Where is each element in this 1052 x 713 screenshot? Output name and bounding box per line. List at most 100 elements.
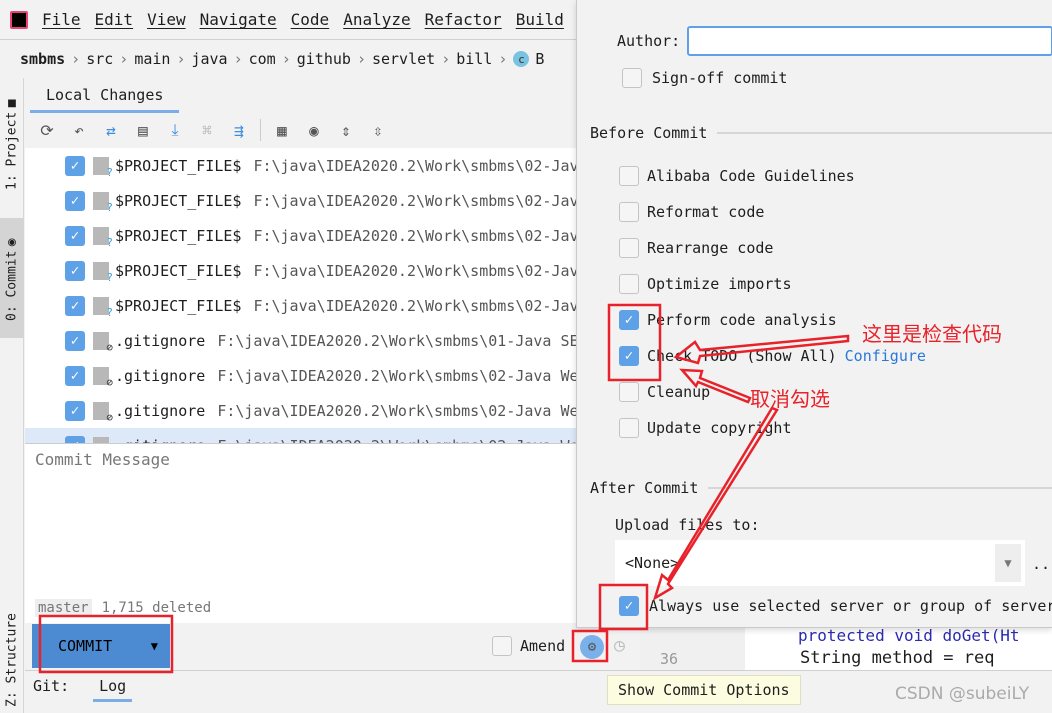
crumb[interactable]: bill xyxy=(456,50,492,68)
file-row[interactable]: ✓⊘.gitignoreF:\java\IDEA2020.2\Work\smbm… xyxy=(25,393,576,428)
file-row[interactable]: ✓? $PROJECT_FILE$ F:\java\IDEA2020.2\Work\… xyxy=(25,148,576,183)
crumb[interactable]: com xyxy=(249,50,276,68)
option-checkbox[interactable] xyxy=(619,418,639,438)
before-commit-option[interactable]: Update copyright xyxy=(619,418,792,438)
always-use-checkbox-box[interactable]: ✓ xyxy=(619,596,639,616)
file-row[interactable]: ✓? $PROJECT_FILE$ F:\java\IDEA2020.2\Work\… xyxy=(25,253,576,288)
file-unknown-icon: ? xyxy=(93,296,113,319)
view-options-icon[interactable]: ◉ xyxy=(303,119,325,141)
line-number: 36 xyxy=(660,650,679,668)
collapse-all-icon[interactable]: ⇳ xyxy=(367,119,389,141)
tab-git-log[interactable]: Log xyxy=(93,677,133,702)
before-commit-option[interactable]: Alibaba Code Guidelines xyxy=(619,166,855,186)
before-commit-option[interactable]: Optimize imports xyxy=(619,274,792,294)
crumb[interactable]: java xyxy=(191,50,227,68)
menu-edit[interactable]: Edit xyxy=(95,10,134,29)
menu-build[interactable]: Build xyxy=(516,10,564,29)
file-checkbox[interactable]: ✓ xyxy=(65,365,85,386)
chevron-right-icon: › xyxy=(281,50,291,68)
before-commit-option[interactable]: Reformat code xyxy=(619,202,764,222)
menu-view[interactable]: View xyxy=(147,10,186,29)
before-commit-option[interactable]: Cleanup xyxy=(619,382,710,402)
menu-navigate[interactable]: Navigate xyxy=(200,10,277,29)
dropdown-arrow-icon[interactable]: ▼ xyxy=(151,639,158,653)
refresh-icon[interactable]: ⟳ xyxy=(36,119,58,141)
option-checkbox[interactable] xyxy=(619,274,639,294)
shelve-icon[interactable]: ⌘ xyxy=(196,119,218,141)
sign-off-checkbox[interactable]: Sign-off commit xyxy=(622,68,787,88)
always-use-checkbox[interactable]: ✓ Always use selected server or group of … xyxy=(619,596,1052,616)
file-checkbox[interactable]: ✓ xyxy=(65,330,85,351)
commit-message-input[interactable]: Commit Message xyxy=(25,443,576,593)
file-checkbox[interactable]: ✓ xyxy=(65,435,85,443)
file-checkbox[interactable]: ✓ xyxy=(65,225,85,246)
file-row[interactable]: ✓? $PROJECT_FILE$ F:\java\IDEA2020.2\Work\… xyxy=(25,183,576,218)
crumb[interactable]: github xyxy=(297,50,351,68)
file-name: $PROJECT_FILE$ xyxy=(115,156,242,175)
crumb[interactable]: src xyxy=(86,50,113,68)
file-checkbox[interactable]: ✓ xyxy=(65,260,85,281)
browse-servers-button[interactable]: .. xyxy=(1032,555,1050,573)
menu-refactor[interactable]: Refactor xyxy=(425,10,502,29)
chevron-down-icon[interactable]: ▼ xyxy=(995,544,1021,582)
chevron-right-icon: › xyxy=(498,50,508,68)
merge-icon[interactable]: ⇶ xyxy=(228,119,250,141)
commit-tool-tab[interactable]: 0: Commit ◉ xyxy=(0,218,24,338)
option-checkbox[interactable] xyxy=(619,202,639,222)
changelist-icon[interactable]: ▤ xyxy=(132,119,154,141)
author-input[interactable] xyxy=(687,26,1052,56)
sign-off-checkbox-box[interactable] xyxy=(622,68,642,88)
menu-analyze[interactable]: Analyze xyxy=(343,10,410,29)
class-icon: c xyxy=(513,51,530,67)
crumb-project[interactable]: smbms xyxy=(20,50,65,68)
commit-icon: ◉ xyxy=(4,235,20,251)
file-row[interactable]: ✓? $PROJECT_FILE$ F:\java\IDEA2020.2\Work\… xyxy=(25,288,576,323)
file-row[interactable]: ✓? $PROJECT_FILE$ F:\java\IDEA2020.2\Work\… xyxy=(25,218,576,253)
file-unknown-icon: ? xyxy=(93,261,113,284)
configure-link[interactable]: Configure xyxy=(845,347,926,365)
after-commit-section: After Commit xyxy=(590,479,1052,497)
file-row[interactable]: ✓⊘.gitignoreF:\java\IDEA2020.2\Work\smbm… xyxy=(25,358,576,393)
tab-local-changes[interactable]: Local Changes xyxy=(30,80,180,113)
before-commit-option[interactable]: ✓ Check TODO (Show All) Configure xyxy=(619,346,926,366)
clock-icon[interactable]: ◷ xyxy=(614,635,625,656)
group-by-icon[interactable]: ▦ xyxy=(271,119,293,141)
option-checkbox[interactable]: ✓ xyxy=(619,346,639,366)
project-tool-tab[interactable]: 1: Project ■ xyxy=(0,88,24,198)
rollback-icon[interactable]: ↶ xyxy=(68,119,90,141)
watermark: CSDN @subeiLY xyxy=(895,684,1030,704)
changes-list: ✓? $PROJECT_FILE$ F:\java\IDEA2020.2\Work\… xyxy=(25,148,576,443)
option-checkbox[interactable] xyxy=(619,382,639,402)
before-commit-option[interactable]: ✓ Perform code analysis xyxy=(619,310,837,330)
file-name: .gitignore xyxy=(115,366,206,385)
expand-all-icon[interactable]: ⇕ xyxy=(335,119,357,141)
file-checkbox[interactable]: ✓ xyxy=(65,155,85,176)
before-commit-option[interactable]: Rearrange code xyxy=(619,238,773,258)
option-checkbox[interactable] xyxy=(619,238,639,258)
file-path: F:\java\IDEA2020.2\Work\smbms\02-Jav xyxy=(253,261,576,280)
file-row[interactable]: ✓⊘.gitignoreF:\java\IDEA2020.2\Work\smbm… xyxy=(25,428,576,443)
file-checkbox[interactable]: ✓ xyxy=(65,295,85,316)
file-row[interactable]: ✓⊘.gitignoreF:\java\IDEA2020.2\Work\smbm… xyxy=(25,323,576,358)
option-checkbox[interactable]: ✓ xyxy=(619,310,639,330)
commit-button[interactable]: COMMIT ▼ xyxy=(32,624,170,668)
upload-server-select[interactable]: <None> ▼ xyxy=(615,540,1025,586)
structure-tool-tab[interactable]: Z: Structure xyxy=(0,608,24,713)
file-checkbox[interactable]: ✓ xyxy=(65,400,85,421)
update-icon[interactable]: ⤓ xyxy=(164,119,186,141)
crumb[interactable]: servlet xyxy=(372,50,435,68)
option-checkbox[interactable] xyxy=(619,166,639,186)
file-path: F:\java\IDEA2020.2\Work\smbms\02-Jav xyxy=(253,156,576,175)
file-unknown-icon: ? xyxy=(93,191,113,214)
crumb[interactable]: B xyxy=(535,50,544,68)
file-checkbox[interactable]: ✓ xyxy=(65,190,85,211)
code-line-above: protected void doGet(Ht xyxy=(798,626,1020,645)
gear-icon[interactable]: ⚙ xyxy=(580,635,604,659)
chevron-right-icon: › xyxy=(441,50,451,68)
menu-file[interactable]: File xyxy=(42,10,81,29)
amend-checkbox[interactable]: Amend xyxy=(492,636,565,656)
crumb[interactable]: main xyxy=(134,50,170,68)
amend-checkbox-box[interactable] xyxy=(492,636,512,656)
diff-icon[interactable]: ⇄ xyxy=(100,119,122,141)
menu-code[interactable]: Code xyxy=(291,10,330,29)
